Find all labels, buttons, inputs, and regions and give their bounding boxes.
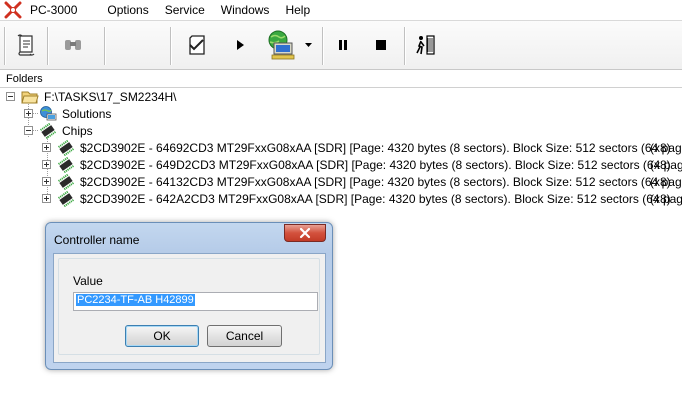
network-dropdown-button[interactable]	[302, 31, 314, 59]
ok-button[interactable]: OK	[125, 325, 199, 347]
pause-icon	[339, 40, 347, 50]
app-title: PC-3000	[30, 3, 78, 17]
controller-name-value: PC2234-TF-AB H42899	[76, 294, 195, 306]
toolbar-separator	[404, 27, 405, 65]
expand-toggle[interactable]	[42, 194, 51, 203]
chip-icon	[57, 173, 75, 190]
tree-item-label: Chips	[62, 123, 93, 138]
chip-icon	[57, 139, 75, 156]
chip-icon	[57, 156, 75, 173]
stop-icon	[376, 40, 386, 50]
app-logo-icon	[4, 1, 22, 19]
menu-bar: Options Service Windows Help	[99, 3, 318, 17]
menu-service[interactable]: Service	[157, 3, 213, 17]
chip-icon	[39, 122, 57, 139]
toolbar-separator	[104, 27, 105, 65]
checklist-icon	[189, 35, 205, 55]
menu-options[interactable]: Options	[99, 3, 156, 17]
folder-open-icon	[21, 89, 39, 105]
stop-button[interactable]	[367, 31, 395, 59]
folders-panel-header: Folders	[0, 72, 682, 88]
value-group: Value PC2234-TF-AB H42899 OK Cancel	[58, 258, 320, 355]
chip-row-label: $2CD3902E - 649D2CD3 MT29FxxG08xAA [SDR]…	[80, 157, 682, 172]
chip-row-count: (x8)	[650, 141, 671, 155]
network-computer-icon	[268, 30, 295, 60]
network-computer-button[interactable]	[262, 30, 302, 60]
chip-row-label: $2CD3902E - 64692CD3 MT29FxxG08xAA [SDR]…	[80, 140, 682, 155]
pause-button[interactable]	[329, 31, 357, 59]
collapse-toggle[interactable]	[24, 126, 33, 135]
menu-help[interactable]: Help	[277, 3, 318, 17]
tree-root-label: F:\TASKS\17_SM2234H\	[44, 89, 177, 104]
dialog-close-button[interactable]	[284, 224, 326, 242]
dialog-body: Value PC2234-TF-AB H42899 OK Cancel	[53, 253, 326, 363]
tree-item-solutions[interactable]: Solutions	[24, 105, 111, 122]
chip-row[interactable]: $2CD3902E - 64692CD3 MT29FxxG08xAA [SDR]…	[42, 139, 682, 156]
tree-root-row[interactable]: F:\TASKS\17_SM2234H\	[6, 88, 177, 105]
close-icon	[299, 227, 311, 239]
dialog-title: Controller name	[54, 233, 140, 247]
exit-button[interactable]	[412, 31, 440, 59]
chip-row-count: (x8)	[650, 158, 671, 172]
chip-row[interactable]: $2CD3902E - 642A2CD3 MT29FxxG08xAA [SDR]…	[42, 190, 682, 207]
binoculars-icon	[65, 40, 81, 50]
scroll-button[interactable]	[12, 31, 40, 59]
collapse-toggle[interactable]	[6, 92, 15, 101]
toolbar-separator	[47, 27, 48, 65]
chip-row[interactable]: $2CD3902E - 64132CD3 MT29FxxG08xAA [SDR]…	[42, 173, 682, 190]
expand-toggle[interactable]	[42, 177, 51, 186]
chip-row[interactable]: $2CD3902E - 649D2CD3 MT29FxxG08xAA [SDR]…	[42, 156, 682, 173]
controller-name-dialog: Controller name Value PC2234-TF-AB H4289…	[45, 222, 333, 370]
toolbar	[0, 20, 682, 70]
exit-door-icon	[416, 35, 435, 55]
checklist-button[interactable]	[183, 31, 211, 59]
expand-toggle[interactable]	[42, 160, 51, 169]
tree-item-chips[interactable]: Chips	[24, 122, 93, 139]
title-bar: PC-3000 Options Service Windows Help	[0, 0, 682, 20]
play-icon	[237, 40, 244, 50]
chip-row-label: $2CD3902E - 64132CD3 MT29FxxG08xAA [SDR]…	[80, 174, 682, 189]
chip-icon	[57, 190, 75, 207]
play-button[interactable]	[226, 31, 254, 59]
controller-name-input[interactable]: PC2234-TF-AB H42899	[73, 292, 318, 311]
toolbar-separator	[170, 27, 171, 65]
cancel-button[interactable]: Cancel	[207, 325, 282, 347]
expand-toggle[interactable]	[42, 143, 51, 152]
scroll-icon	[17, 34, 35, 56]
chip-row-count: (x8)	[650, 175, 671, 189]
tree-item-label: Solutions	[62, 106, 112, 121]
binoculars-button[interactable]	[59, 31, 87, 59]
dropdown-arrow-icon	[304, 43, 312, 47]
chip-row-count: (x8)	[650, 192, 671, 206]
value-label: Value	[73, 274, 103, 288]
expand-toggle[interactable]	[24, 109, 33, 118]
chip-row-label: $2CD3902E - 642A2CD3 MT29FxxG08xAA [SDR]…	[80, 191, 682, 206]
toolbar-separator	[322, 27, 323, 65]
menu-windows[interactable]: Windows	[213, 3, 278, 17]
toolbar-grip	[4, 27, 5, 65]
globe-computer-icon	[39, 105, 57, 122]
